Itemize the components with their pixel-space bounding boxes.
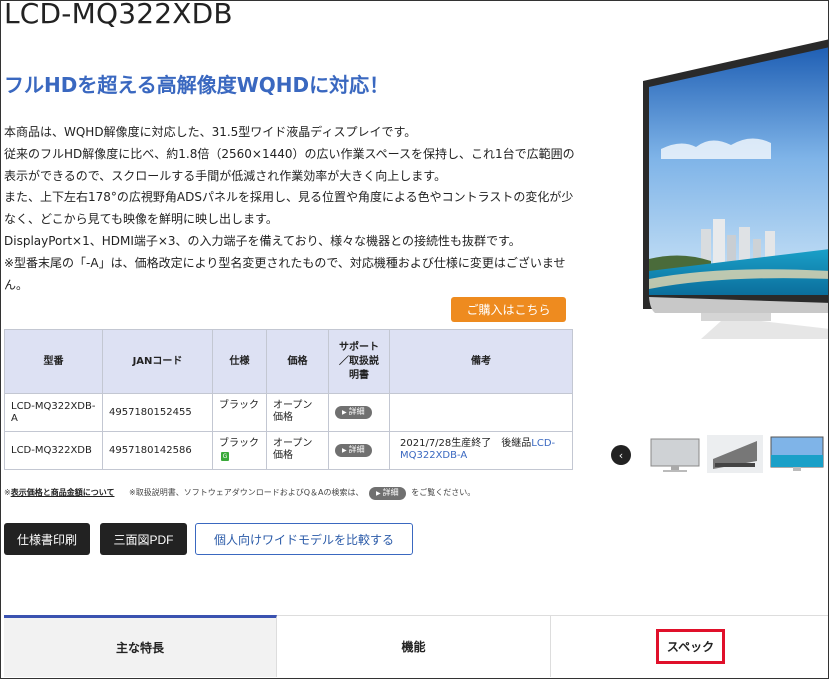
column-header-spec: 仕様 [212,329,267,394]
description-paragraph: 本商品は、WQHD解像度に対応した、31.5型ワイド液晶ディスプレイです。 [4,125,417,139]
footnote-text-after: をご覧ください。 [411,488,476,497]
table-header-row: 型番 JANコード 仕様 価格 サポート／取扱説明書 備考 [4,329,573,394]
table-footnote: ※表示価格と商品金額について ※取扱説明書、ソフトウェアダウンロードおよびQ＆A… [4,487,475,500]
product-description: 本商品は、WQHD解像度に対応した、31.5型ワイド液晶ディスプレイです。 従来… [4,122,576,296]
cell-support: ▶ 詳細 [328,431,390,470]
cell-model: LCD-MQ322XDB-A [4,393,103,432]
description-paragraph: また、上下左右178°の広視野角ADSパネルを採用し、見る位置や角度による色やコ… [4,190,574,227]
spec-color: ブラック [219,438,259,449]
print-spec-button[interactable]: 仕様書印刷 [4,523,90,555]
play-triangle-icon: ▶ [342,409,347,416]
detail-button[interactable]: ▶ 詳細 [335,406,372,419]
column-header-notes: 備考 [389,329,573,394]
description-paragraph: 従来のフルHD解像度に比べ、約1.8倍（2560×1440）の広い作業スペースを… [4,146,575,183]
detail-label: 詳細 [348,407,365,416]
table-row: LCD-MQ322XDB 4957180142586 ブラック G オープン価格… [4,431,573,470]
table-row: LCD-MQ322XDB-A 4957180152455 ブラック オープン価格… [4,393,573,432]
column-header-model: 型番 [4,329,103,394]
tab-label: 機能 [401,640,426,654]
thumbnail-image[interactable] [769,435,825,473]
thumbnail-image[interactable] [707,435,763,473]
buy-button[interactable]: ご購入はこちら [451,297,566,322]
thumbnail-image[interactable] [647,435,703,473]
footnote-detail-button[interactable]: ▶ 詳細 [369,487,406,500]
tab-bar: 主な特長 機能 スペック [4,615,828,677]
cell-price: オープン価格 [266,393,329,432]
play-triangle-icon: ▶ [342,447,347,454]
column-header-support: サポート／取扱説明書 [328,329,390,394]
column-header-jan: JANコード [102,329,213,394]
description-paragraph: DisplayPort×1、HDMI端子×3、の入力端子を備えており、様々な機器… [4,233,521,248]
cell-notes: 2021/7/28生産終了 後継品LCD-MQ322XDB-A [389,431,573,470]
tab-spec[interactable]: スペック [551,615,828,677]
column-header-price: 価格 [266,329,329,394]
detail-label: 詳細 [348,445,365,454]
tab-label: 主な特長 [115,641,164,655]
detail-button[interactable]: ▶ 詳細 [335,444,372,457]
tab-functions[interactable]: 機能 [277,615,551,677]
gallery-thumbnails: ‹ [611,433,828,477]
cell-spec: ブラック G [212,431,267,470]
cell-jan: 4957180152455 [102,393,213,432]
cell-support: ▶ 詳細 [328,393,390,432]
page-title: LCD-MQ322XDB [4,0,233,30]
product-image [643,39,828,339]
cell-price: オープン価格 [266,431,329,470]
tab-label: スペック [655,629,726,664]
compare-models-button[interactable]: 個人向けワイドモデルを比較する [195,523,413,555]
footnote-text: ※取扱説明書、ソフトウェアダウンロードおよびQ＆Aの検索は、 [129,488,364,497]
model-table: 型番 JANコード 仕様 価格 サポート／取扱説明書 備考 LCD-MQ322X… [4,329,573,470]
cell-notes [389,393,573,432]
detail-label: 詳細 [382,488,399,497]
price-notice-link[interactable]: 表示価格と商品金額について [11,488,115,497]
green-product-icon: G [221,452,229,461]
play-triangle-icon: ▶ [376,490,381,497]
tab-features[interactable]: 主な特長 [4,615,277,677]
cell-spec: ブラック [212,393,267,432]
page-frame: LCD-MQ322XDB フルHDを超える高解像度WQHDに対応！ 本商品は、W… [0,0,829,679]
pdf-button[interactable]: 三面図PDF [100,523,187,555]
cell-model: LCD-MQ322XDB [4,431,103,470]
description-paragraph: ※型番末尾の「-A」は、価格改定により型名変更されたもので、対応機種および仕様に… [4,255,566,292]
chevron-left-icon[interactable]: ‹ [611,445,631,465]
cell-jan: 4957180142586 [102,431,213,470]
product-subtitle: フルHDを超える高解像度WQHDに対応！ [4,73,390,97]
footnote-prefix: ※ [4,488,11,497]
notes-text: 2021/7/28生産終了 後継品 [400,438,532,449]
